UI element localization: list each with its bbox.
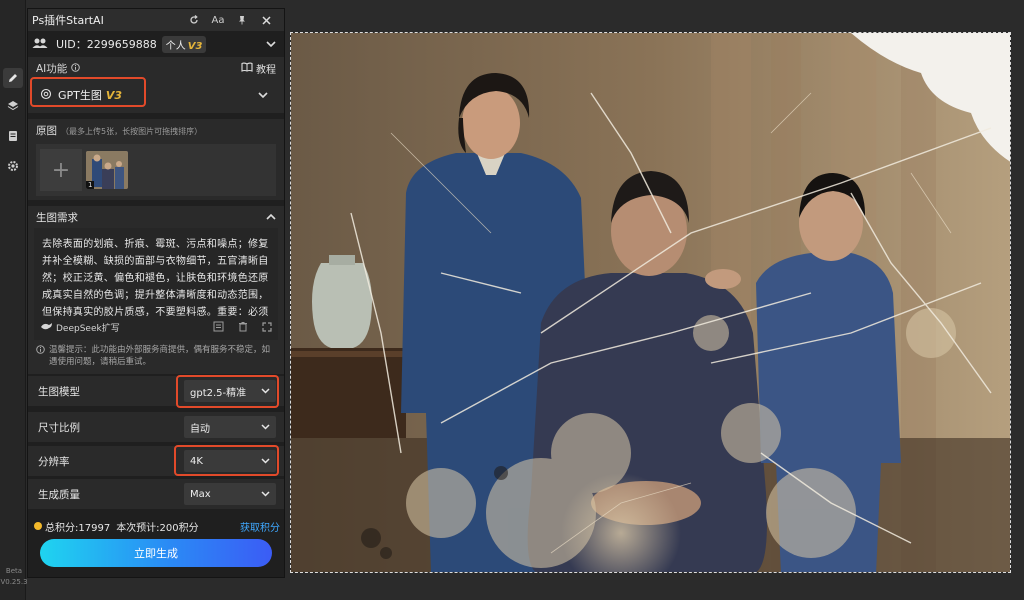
ratio-value: 自动 — [190, 423, 210, 435]
requirement-header[interactable]: 生图需求 — [28, 206, 284, 228]
ai-function-label: AI功能 — [36, 62, 68, 75]
deepseek-whale-icon — [40, 321, 53, 338]
original-image-section: 原图 （最多上传5张，长按图片可拖拽排序） + 1 — [28, 119, 284, 200]
tool-rail: Beta V0.25.3 — [0, 0, 28, 600]
model-label: 生图模型 — [38, 385, 80, 398]
document-icon[interactable] — [3, 126, 23, 146]
pencil-icon[interactable] — [3, 68, 23, 88]
quality-value: Max — [190, 488, 211, 500]
notice: 温馨提示：此功能由外部服务商提供，偶有服务不稳定，如遇使用问题，请稍后重试。 — [36, 344, 276, 368]
image-upload-area: + 1 — [36, 144, 276, 196]
prompt-library-icon[interactable] — [213, 321, 224, 338]
title-bar: Ps插件StartAI Aa — [28, 9, 284, 31]
uploaded-image-thumbnail[interactable]: 1 — [86, 151, 128, 189]
layers-icon[interactable] — [3, 96, 23, 116]
get-credits-link[interactable]: 获取积分 — [240, 519, 280, 534]
deepseek-expand-button[interactable]: DeepSeek扩写 — [40, 321, 120, 338]
highlight-box — [30, 77, 146, 107]
refresh-icon[interactable] — [182, 11, 206, 29]
quality-select[interactable]: Max — [184, 483, 276, 505]
resolution-label: 分辨率 — [38, 455, 70, 468]
tutorial-label: 教程 — [256, 64, 276, 76]
requirement-toolbar: DeepSeek扩写 — [34, 318, 278, 340]
credits-row: 总积分:17997 本次预计:200积分 获取积分 — [28, 517, 284, 535]
notice-text: 温馨提示：此功能由外部服务商提供，偶有服务不稳定，如遇使用问题，请稍后重试。 — [49, 345, 271, 367]
deepseek-label: DeepSeek扩写 — [56, 323, 120, 334]
requirement-section: 生图需求 去除表面的划痕、折痕、霉斑、污点和噪点；修复并补全模糊、缺损的面部与衣… — [28, 206, 284, 374]
book-icon — [241, 62, 253, 75]
panel-title: Ps插件StartAI — [32, 14, 104, 27]
user-type-badge: 个人 V3 — [161, 35, 207, 53]
info-icon[interactable] — [71, 62, 81, 75]
ai-function-select[interactable]: GPT生图 V3 — [30, 77, 276, 109]
chevron-down-icon[interactable] — [266, 38, 276, 51]
close-icon[interactable] — [254, 11, 278, 29]
image-canvas[interactable] — [290, 32, 1011, 573]
user-id: UID：2299659888 — [56, 38, 157, 51]
ai-function-header: AI功能 教程 — [28, 57, 284, 79]
chevron-up-icon[interactable] — [266, 211, 276, 223]
resolution-highlight-box — [174, 445, 279, 476]
tutorial-link[interactable]: 教程 — [241, 61, 276, 76]
total-credits: 总积分:17997 — [45, 522, 111, 534]
users-icon — [32, 37, 48, 52]
thumbnail-index: 1 — [86, 181, 95, 189]
generate-button[interactable]: 立即生成 — [40, 539, 272, 567]
ratio-select[interactable]: 自动 — [184, 416, 276, 438]
add-image-button[interactable]: + — [40, 149, 82, 191]
model-highlight-box — [176, 375, 279, 408]
ai-function-section: AI功能 教程 GPT生图 V3 — [28, 57, 284, 113]
version-label: Beta V0.25.3 — [0, 566, 28, 588]
requirement-textarea[interactable]: 去除表面的划痕、折痕、霉斑、污点和噪点；修复并补全模糊、缺损的面部与衣物细节，五… — [34, 228, 278, 340]
font-size-icon[interactable]: Aa — [206, 11, 230, 29]
expand-icon[interactable] — [262, 321, 272, 338]
chevron-down-icon — [261, 489, 270, 500]
estimated-cost: 本次预计:200积分 — [116, 522, 199, 534]
chevron-down-icon — [261, 422, 270, 433]
quality-row: 生成质量 Max — [28, 479, 284, 509]
plugin-panel: Ps插件StartAI Aa UID：2299659888 个人V3 AI功能 — [27, 8, 285, 578]
original-image-header: 原图 （最多上传5张，长按图片可拖拽排序） — [36, 123, 276, 138]
gear-icon[interactable] — [3, 156, 23, 176]
user-version: V3 — [187, 40, 203, 52]
restoration-photo — [291, 33, 1010, 572]
requirement-actions — [213, 321, 272, 338]
info-icon — [36, 345, 45, 368]
version-number: V0.25.3 — [0, 578, 28, 586]
beta-text: Beta — [5, 567, 23, 575]
user-type: 个人 — [165, 40, 186, 52]
quality-label: 生成质量 — [38, 488, 80, 501]
user-row[interactable]: UID：2299659888 个人 V3 — [28, 31, 284, 57]
pin-icon[interactable] — [230, 11, 254, 29]
chevron-down-icon — [258, 89, 268, 102]
original-image-hint: （最多上传5张，长按图片可拖拽排序） — [61, 127, 203, 136]
trash-icon[interactable] — [238, 321, 248, 338]
requirement-text[interactable]: 去除表面的划痕、折痕、霉斑、污点和噪点；修复并补全模糊、缺损的面部与衣物细节，五… — [42, 236, 270, 320]
requirement-label: 生图需求 — [36, 211, 78, 224]
ratio-row: 尺寸比例 自动 — [28, 412, 284, 442]
original-image-label: 原图 — [36, 125, 57, 137]
coin-icon — [34, 522, 42, 530]
ratio-label: 尺寸比例 — [38, 421, 80, 434]
